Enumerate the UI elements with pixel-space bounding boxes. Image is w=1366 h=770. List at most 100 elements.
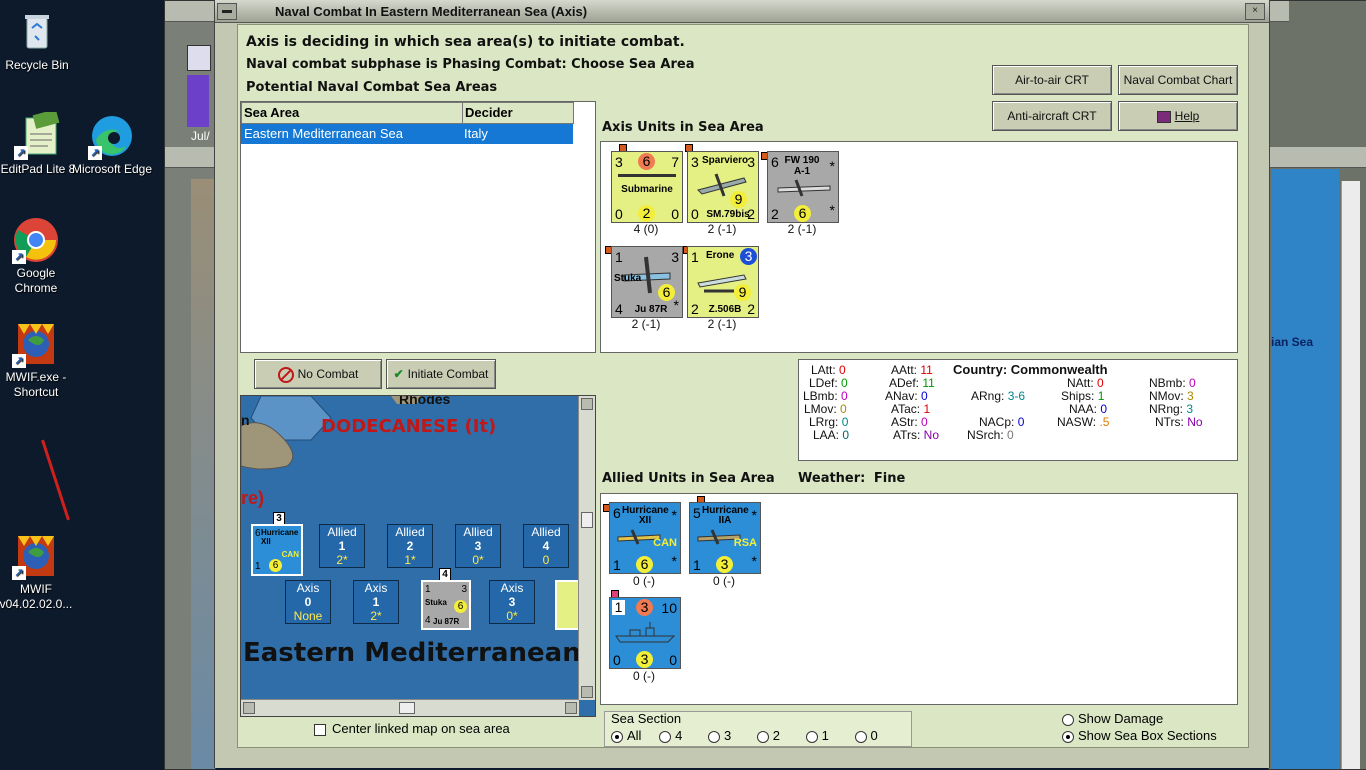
stat-nsrch: 0 [1007,428,1014,442]
table-header-decider[interactable]: Decider [462,102,574,124]
stat-adef: 11 [922,376,935,390]
zone-value: 0* [506,609,518,623]
desktop-icon-edge[interactable]: ↗ Microsoft Edge [70,112,154,177]
stat-naa: 0 [1100,402,1108,416]
dialog-titlebar[interactable]: ▬ Naval Combat In Eastern Mediterranean … [215,0,1269,23]
stat-lmov: 0 [840,402,847,416]
unit-bottom-left: 1 [255,561,261,572]
axis-unit-counter[interactable]: 3 Sparviero 3 9 0 SM.79bis 2 [687,151,759,223]
allied-zone-1[interactable]: Allied 1 2* [319,524,365,568]
zone-value: 0 [542,553,550,567]
axis-unit-counter[interactable]: 3 6 7 Submarine 0 2 0 [611,151,683,223]
dialog-menu-button[interactable]: ▬ [217,3,237,20]
sea-section-1-radio[interactable]: 1 [805,728,829,743]
desktop-icon-recycle-bin[interactable]: Recycle Bin [0,8,79,73]
radio-label: 0 [870,728,878,743]
unit-circle-value: 6 [454,600,467,613]
editpad-icon: ↗ [14,109,62,160]
sea-section-2-radio[interactable]: 2 [756,728,780,743]
sea-section-all-radio[interactable]: All [611,728,641,743]
allied-units-label: Allied Units in Sea Area [602,471,775,486]
unit-top-left: 6 [771,154,779,170]
zone-value: None [293,609,323,623]
background-window-right: ian Sea [1268,0,1366,770]
axis-units-panel: 3 6 7 Submarine 0 2 0 4 (0) 3 Sparviero … [600,141,1238,353]
desktop-icon-editpad[interactable]: ↗ EditPad Lite 8 [0,109,80,177]
stat-label: NACp: [979,415,1015,429]
sea-area-map[interactable]: Rhodes DODECANESE (It) n re) 3 6 Hurrica… [240,395,596,717]
help-book-icon [1156,110,1171,123]
axis-unit-counter[interactable]: 6 FW 190 A-1 * 2 6 * [767,151,839,223]
allied-zone-4[interactable]: Allied 4 0 [523,524,569,568]
unit-star: * [829,158,835,174]
close-icon[interactable]: × [1245,3,1265,20]
stat-label: LAtt: [811,363,836,377]
vertical-scroll-thumb[interactable] [581,512,593,528]
axis-zone-3[interactable]: Axis 3 0* [489,580,535,624]
no-combat-label: No Combat [297,367,359,381]
center-map-checkbox[interactable] [314,723,326,736]
map-unit-counter[interactable]: 1 3 Stuka 6 4 Ju 87R [421,580,471,630]
stat-atac: 1 [923,402,931,416]
stat-lbmb: 0 [841,389,848,403]
stat-label: NASW: [1057,415,1097,429]
sea-section-0-radio[interactable]: 0 [854,728,878,743]
stat-label: NMov: [1149,389,1184,403]
unit-circle-value: 9 [730,191,747,208]
desktop-icon-mwif-shortcut[interactable]: ↗ MWIF.exe - Shortcut [0,320,78,400]
map-vertical-scrollbar[interactable] [578,396,595,700]
show-sea-box-sections-radio[interactable]: Show Sea Box Sections [1062,728,1217,743]
unit-bottom-left: 1 [613,557,621,573]
unit-star: * [671,507,677,523]
unit-bottom-circle: 6 [794,205,811,222]
axis-unit-counter[interactable]: 1 3 Stuka 6 4 Ju 87R * [611,246,683,318]
allied-unit-counter[interactable]: 1 3 10 0 3 0 [609,597,681,669]
axis-zone-0[interactable]: Axis 0 None [285,580,331,624]
weather-value: Fine [873,471,906,486]
no-entry-icon [277,366,294,383]
desktop-icon-mwif[interactable]: ↗ MWIF v04.02.02.0... [0,532,78,612]
sea-section-3-radio[interactable]: 3 [707,728,732,743]
allied-zone-3[interactable]: Allied 3 0* [455,524,501,568]
stat-nacp: 0 [1017,415,1025,429]
anti-aircraft-crt-button[interactable]: Anti-aircraft CRT [992,101,1112,131]
stat-label: NTrs: [1155,415,1184,429]
unit-strength-label: 2 (-1) [631,317,661,331]
allied-unit-counter[interactable]: 5 Hurricane IIA * RSA 1 3 * [689,502,761,574]
sea-section-4-radio[interactable]: 4 [659,728,682,743]
axis-zone-1[interactable]: Axis 1 2* [353,580,399,624]
help-button[interactable]: Help [1118,101,1238,131]
radio-label: All [627,728,642,743]
weather-row: Weather: Fine [798,471,905,486]
center-map-checkbox-row[interactable]: Center linked map on sea area [314,721,510,739]
stat-anav: 0 [921,389,928,403]
unit-bottom-circle: 3 [636,651,653,668]
unit-top-left: 5 [693,505,701,521]
radio-label: 3 [723,728,732,743]
stat-natt: 0 [1097,376,1104,390]
desktop-icon-chrome[interactable]: ↗ Google Chrome [0,216,78,296]
axis-unit-counter[interactable]: 1 Erone 3 9 2 Z.506B 2 [687,246,759,318]
unit-name: Erone [706,250,735,261]
naval-combat-chart-button[interactable]: Naval Combat Chart [1118,65,1238,95]
unit-top-left: 1 [612,600,625,615]
allied-unit-counter[interactable]: 6 Hurricane XII * CAN 1 6 * [609,502,681,574]
horizontal-scroll-thumb[interactable] [399,702,415,714]
zone-title: Allied [463,525,493,539]
zone-number: 3 [474,539,482,553]
naval-combat-dialog: ▬ Naval Combat In Eastern Mediterranean … [214,0,1270,768]
mwif-icon: ↗ [12,532,60,580]
fighter-aircraft-icon [777,179,831,197]
stat-label: ATrs: [893,428,921,442]
table-header-sea-area[interactable]: Sea Area [241,102,463,124]
table-row[interactable]: Eastern Mediterranean Sea Italy [241,124,573,144]
map-horizontal-scrollbar[interactable] [241,699,579,716]
initiate-combat-button[interactable]: ✔ Initiate Combat [386,359,496,389]
show-damage-radio[interactable]: Show Damage [1062,711,1163,726]
air-to-air-crt-button[interactable]: Air-to-air CRT [992,65,1112,95]
allied-zone-2[interactable]: Allied 2 1* [387,524,433,568]
zone-title: Allied [327,525,357,539]
no-combat-button[interactable]: No Combat [254,359,382,389]
stat-label: NAtt: [1067,376,1094,390]
map-unit-counter[interactable]: 6 Hurricane XII CAN 1 6 [251,524,303,576]
